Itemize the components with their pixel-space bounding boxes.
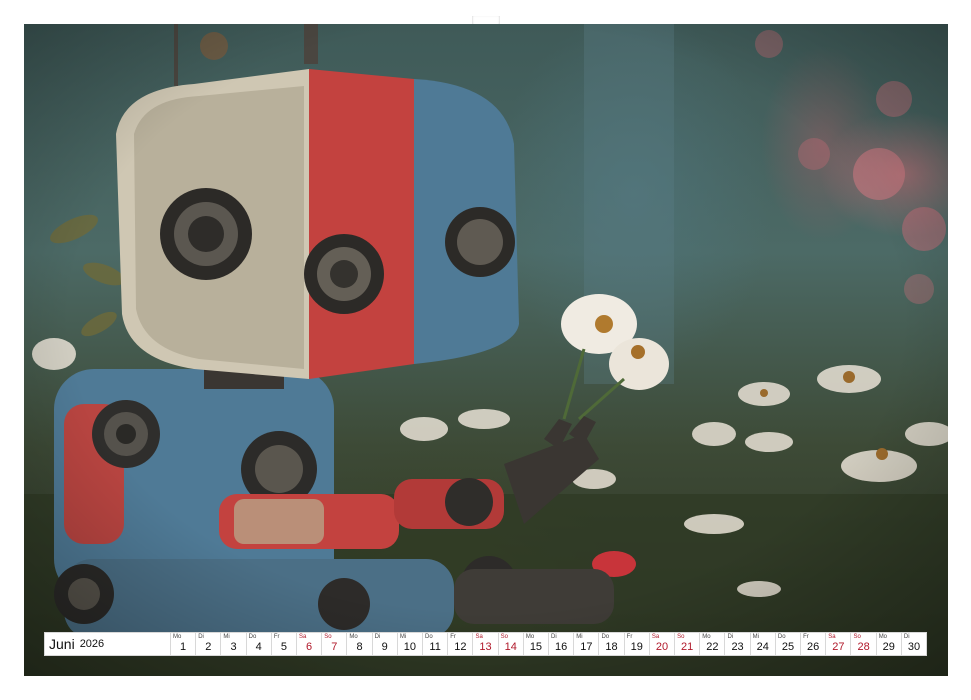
- day-number: 27: [832, 641, 845, 653]
- day-of-week: Mo: [173, 634, 182, 640]
- day-cell: Do 25: [776, 633, 802, 655]
- day-number: 30: [907, 641, 921, 653]
- day-of-week: Fr: [450, 634, 456, 640]
- day-cell: Mo 15: [524, 633, 550, 655]
- day-number: 23: [731, 641, 744, 653]
- day-number: 26: [807, 641, 820, 653]
- day-cell: Di 2: [196, 633, 222, 655]
- day-cell: So 14: [499, 633, 524, 655]
- day-cell: Sa 13: [473, 633, 499, 655]
- robot-illustration: [24, 24, 948, 676]
- day-number: 17: [580, 641, 593, 653]
- day-number: 14: [504, 641, 517, 653]
- day-number: 6: [306, 641, 313, 653]
- day-cell: Di 9: [373, 633, 398, 655]
- month-label-box: Juni 2026: [45, 633, 171, 655]
- day-of-week: Di: [198, 634, 204, 640]
- day-number: 28: [857, 641, 870, 653]
- day-number: 8: [356, 641, 363, 653]
- day-cell: Do 4: [247, 633, 272, 655]
- day-number: 3: [230, 641, 237, 653]
- day-of-week: Di: [551, 634, 557, 640]
- day-cell: Sa 27: [826, 633, 852, 655]
- day-cell: Fr 19: [625, 633, 650, 655]
- day-cell: So 7: [322, 633, 348, 655]
- day-cell: Di 30: [902, 633, 926, 655]
- day-of-week: Mi: [223, 634, 230, 640]
- day-cell: Di 16: [549, 633, 575, 655]
- day-cell: Mi 10: [398, 633, 424, 655]
- day-number: 10: [403, 641, 417, 653]
- day-cell: Fr 5: [272, 633, 298, 655]
- day-number: 29: [882, 641, 895, 653]
- day-number: 24: [756, 641, 769, 653]
- day-cell: Di 23: [725, 633, 751, 655]
- day-cell: Sa 20: [650, 633, 676, 655]
- day-of-week: Mo: [702, 634, 711, 640]
- day-number: 21: [681, 641, 694, 653]
- day-of-week: So: [500, 634, 508, 640]
- day-number: 7: [331, 641, 338, 653]
- day-of-week: Di: [727, 634, 734, 640]
- day-cell: Mo 29: [877, 633, 902, 655]
- day-number: 15: [529, 641, 543, 653]
- day-of-week: So: [677, 634, 685, 640]
- day-number: 18: [605, 641, 618, 653]
- day-of-week: Sa: [475, 634, 483, 640]
- day-number: 20: [655, 641, 669, 653]
- day-number: 1: [180, 641, 187, 653]
- day-cell: Sa 6: [297, 633, 323, 655]
- day-of-week: Mi: [576, 634, 583, 640]
- day-number: 11: [429, 641, 441, 653]
- day-number: 12: [454, 641, 467, 653]
- month-name: Juni: [49, 636, 75, 652]
- day-cell: Mo 22: [700, 633, 726, 655]
- day-of-week: Do: [601, 634, 610, 640]
- day-of-week: Mi: [752, 634, 760, 640]
- calendar-strip: Juni 2026 Mo 1 Di 2 Mi 3 Do 4 Fr 5 Sa 6 So 7 Mo 8 Di 9 Mi 1…: [44, 632, 927, 656]
- day-of-week: Fr: [803, 634, 809, 640]
- day-of-week: Do: [425, 634, 433, 640]
- calendar-photo: [24, 24, 948, 676]
- day-of-week: Di: [374, 634, 381, 640]
- day-number: 4: [255, 641, 262, 653]
- day-of-week: Mo: [878, 634, 888, 640]
- day-number: 25: [781, 641, 795, 653]
- day-cell: Do 11: [423, 633, 449, 655]
- day-cell: Fr 12: [448, 633, 474, 655]
- day-number: 22: [706, 641, 719, 653]
- day-of-week: Mo: [349, 634, 358, 640]
- day-of-week: Sa: [651, 634, 660, 640]
- day-of-week: So: [853, 634, 861, 640]
- day-of-week: Do: [248, 634, 257, 640]
- day-of-week: Fr: [273, 634, 280, 640]
- day-of-week: Sa: [299, 634, 307, 640]
- day-cell: Mo 1: [171, 633, 197, 655]
- day-of-week: Mi: [399, 634, 407, 640]
- day-of-week: Sa: [828, 634, 836, 640]
- day-number: 19: [630, 641, 643, 653]
- day-number: 9: [381, 641, 388, 653]
- day-cell: Do 18: [599, 633, 625, 655]
- year-label: 2026: [79, 638, 105, 650]
- day-number: 16: [555, 641, 568, 653]
- day-of-week: So: [324, 634, 332, 640]
- day-of-week: Mo: [525, 634, 535, 640]
- day-number: 2: [205, 641, 212, 653]
- day-of-week: Do: [777, 634, 786, 640]
- day-cell: Mi 17: [574, 633, 600, 655]
- day-cells: Mo 1 Di 2 Mi 3 Do 4 Fr 5 Sa 6 So 7 Mo 8 Di 9 Mi 10 Do 11 Fr 12 S…: [171, 633, 926, 655]
- day-cell: Mo 8: [347, 633, 373, 655]
- day-cell: Fr 26: [801, 633, 827, 655]
- day-cell: So 21: [675, 633, 701, 655]
- day-cell: Mi 3: [221, 633, 247, 655]
- day-number: 5: [280, 641, 287, 653]
- day-of-week: Fr: [626, 634, 633, 640]
- day-of-week: Di: [903, 634, 910, 640]
- day-cell: So 28: [851, 633, 877, 655]
- day-number: 13: [479, 641, 492, 653]
- day-cell: Mi 24: [751, 633, 776, 655]
